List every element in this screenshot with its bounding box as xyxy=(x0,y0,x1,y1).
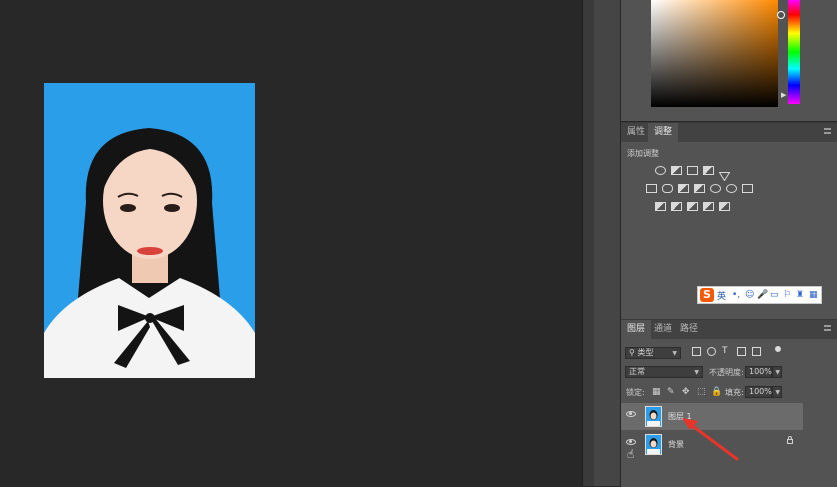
lock-image-pixels-icon[interactable]: ✎ xyxy=(667,387,675,397)
visibility-eye-icon[interactable] xyxy=(626,411,636,417)
photo-filter-icon[interactable] xyxy=(710,184,721,193)
filter-pixel-icon[interactable] xyxy=(692,347,701,356)
ime-toolbar[interactable]: S 英 •, ☺ 🎤 ▭ ⚐ ♜ ▦ xyxy=(697,286,822,304)
hue-saturation-icon[interactable] xyxy=(662,184,673,193)
collapsed-panel-strip xyxy=(594,0,621,486)
panel-menu-icon[interactable] xyxy=(824,128,831,134)
brightness-contrast-icon[interactable] xyxy=(655,166,666,175)
lock-artboard-icon[interactable]: ⬚ xyxy=(697,387,706,397)
id-photo-image[interactable] xyxy=(44,83,255,378)
opacity-dropdown[interactable]: ▼ xyxy=(772,366,782,378)
hue-slider[interactable] xyxy=(788,0,800,104)
chevron-down-icon: ▼ xyxy=(775,389,780,396)
tab-properties[interactable]: 属性 xyxy=(621,123,651,142)
filter-shape-icon[interactable] xyxy=(737,347,746,356)
ime-logo-icon[interactable]: S xyxy=(700,288,714,302)
lock-icon[interactable] xyxy=(787,436,793,444)
fill-label: 填充: xyxy=(725,388,744,397)
microphone-icon[interactable]: 🎤 xyxy=(757,290,768,300)
vibrance-icon[interactable] xyxy=(646,184,657,193)
toolbox-icon[interactable]: ♜ xyxy=(796,290,804,300)
layer-row-background[interactable]: 背景 xyxy=(621,431,803,458)
color-lookup-icon[interactable] xyxy=(742,184,753,193)
menu-grid-icon[interactable]: ▦ xyxy=(809,290,818,300)
filter-kind-value: 类型 xyxy=(637,348,654,357)
curves-icon[interactable] xyxy=(687,166,698,175)
punctuation-icon[interactable]: •, xyxy=(732,290,740,300)
levels-icon[interactable] xyxy=(671,166,682,175)
lock-position-icon[interactable]: ✥ xyxy=(682,387,690,397)
fill-dropdown[interactable]: ▼ xyxy=(772,386,782,398)
hue-slider-marker-icon[interactable]: ▶ xyxy=(781,92,786,99)
layer-name[interactable]: 背景 xyxy=(668,439,684,450)
lock-transparent-pixels-icon[interactable]: ▦ xyxy=(652,387,661,397)
layer-thumbnail xyxy=(645,406,662,427)
threshold-icon[interactable] xyxy=(687,202,698,211)
exposure-icon[interactable] xyxy=(703,166,714,175)
chevron-down-icon: ▼ xyxy=(672,350,677,357)
lock-label: 锁定: xyxy=(626,388,645,397)
visibility-eye-icon[interactable] xyxy=(626,439,636,445)
document-canvas[interactable] xyxy=(0,0,582,486)
tab-layers[interactable]: 图层 xyxy=(621,320,652,339)
search-icon: ⚲ xyxy=(629,348,635,357)
skin-icon[interactable]: ⚐ xyxy=(783,290,791,300)
gradient-triangle-icon[interactable] xyxy=(718,166,731,182)
layers-panel: 图层 通道 路径 ⚲ 类型 ▼ T 正常 ▼ 不透明度: 100% ▼ 锁定: … xyxy=(621,319,837,487)
layer-name[interactable]: 图层 1 xyxy=(668,411,692,422)
hand-cursor-icon: ☝ xyxy=(627,447,635,461)
blend-mode-select[interactable]: 正常 ▼ xyxy=(625,366,703,378)
chevron-down-icon: ▼ xyxy=(694,369,699,376)
channel-mixer-icon[interactable] xyxy=(726,184,737,193)
filter-smart-object-icon[interactable] xyxy=(752,347,761,356)
layer-row-layer1[interactable]: 图层 1 xyxy=(621,403,803,430)
layers-tabbar: 图层 通道 路径 xyxy=(621,320,837,339)
posterize-icon[interactable] xyxy=(671,202,682,211)
emoji-icon[interactable]: ☺ xyxy=(745,290,754,300)
opacity-label: 不透明度: xyxy=(709,368,744,377)
selective-color-icon[interactable] xyxy=(719,202,730,211)
add-adjustment-title: 添加调整 xyxy=(627,149,659,158)
filter-adjustment-icon[interactable] xyxy=(707,347,716,356)
gradient-map-icon[interactable] xyxy=(703,202,714,211)
chevron-down-icon: ▼ xyxy=(775,369,780,376)
tab-paths[interactable]: 路径 xyxy=(674,320,704,339)
panel-menu-icon[interactable] xyxy=(824,325,831,331)
tab-adjustments[interactable]: 调整 xyxy=(648,123,679,142)
fill-input[interactable]: 100% xyxy=(745,386,772,398)
portrait-drawing xyxy=(44,83,255,378)
color-balance-icon[interactable] xyxy=(678,184,689,193)
black-white-icon[interactable] xyxy=(694,184,705,193)
layer-filter-kind-select[interactable]: ⚲ 类型 ▼ xyxy=(625,347,681,359)
filter-toggle-icon[interactable] xyxy=(775,346,781,352)
invert-icon[interactable] xyxy=(655,202,666,211)
keyboard-icon[interactable]: ▭ xyxy=(770,290,779,300)
opacity-input[interactable]: 100% xyxy=(745,366,772,378)
blend-mode-value: 正常 xyxy=(629,367,645,376)
color-field[interactable] xyxy=(651,0,785,107)
filter-type-icon[interactable]: T xyxy=(722,347,731,356)
color-picker-panel: ▶ xyxy=(621,0,837,121)
adjustments-tabbar: 属性 调整 xyxy=(621,123,837,142)
color-picker-cursor[interactable] xyxy=(777,11,785,19)
layer-thumbnail xyxy=(645,434,662,455)
lock-all-icon[interactable]: 🔒 xyxy=(711,387,722,397)
ime-language-toggle[interactable]: 英 xyxy=(717,289,726,302)
